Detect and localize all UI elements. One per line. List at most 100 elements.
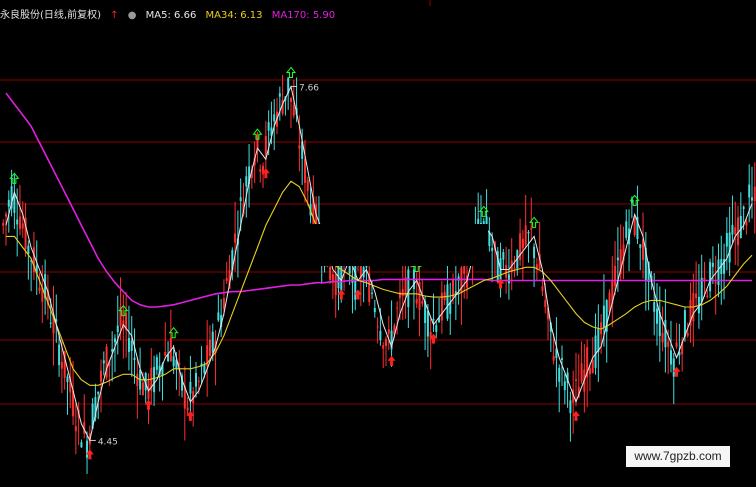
candle-body — [602, 305, 605, 328]
candle-body — [415, 298, 418, 304]
candle-body — [197, 380, 200, 382]
candle-body — [597, 328, 600, 352]
ma170-line — [5, 92, 752, 308]
candle-body — [401, 289, 404, 297]
candle-body — [491, 247, 494, 251]
candle-body — [116, 325, 119, 333]
candle-body — [524, 225, 527, 245]
indicator-header: 永良股份(日线,前复权) ↑ ● MA5: 6.66 MA34: 6.13 MA… — [0, 8, 341, 24]
candle-body — [675, 342, 678, 347]
candle-body — [164, 351, 167, 356]
candle-body — [633, 217, 636, 236]
truncated-top-header — [0, 0, 756, 6]
candle-body — [725, 233, 728, 247]
candle-body — [379, 330, 382, 340]
candle-body — [136, 373, 139, 387]
candle-body — [18, 216, 21, 230]
candle-body — [239, 197, 242, 202]
candle-body — [264, 135, 267, 156]
candle-body — [141, 382, 144, 396]
candle-body — [407, 269, 410, 307]
candle-body — [155, 357, 158, 370]
candle-body — [739, 215, 742, 239]
candle-body — [446, 284, 449, 319]
candle-body — [334, 274, 337, 296]
candle-body — [217, 312, 220, 321]
candle-body — [507, 274, 510, 284]
candle-body — [580, 363, 583, 382]
candle-body — [569, 400, 572, 414]
candle-body — [396, 307, 399, 309]
candle-body — [97, 391, 100, 395]
candle-body — [664, 319, 667, 348]
candle-body — [728, 232, 731, 263]
candle-body — [27, 245, 30, 255]
candle-body — [639, 244, 642, 248]
candle-body — [194, 372, 197, 387]
candle-body — [426, 310, 429, 337]
candle-body — [208, 340, 211, 356]
candle-body — [561, 358, 564, 360]
candle-body — [113, 338, 116, 343]
candle-body — [574, 379, 577, 381]
candle-body — [225, 278, 228, 281]
candle-body — [672, 358, 675, 377]
candle-body — [435, 325, 438, 332]
candle-body — [267, 122, 270, 131]
sell-signal-arrow-icon — [285, 66, 297, 78]
candle-body — [614, 265, 617, 287]
candle-body — [387, 329, 390, 334]
gray-dot-icon: ● — [127, 10, 137, 21]
candle-body — [289, 97, 292, 102]
candle-body — [751, 197, 753, 201]
high-label: 7.66 — [299, 83, 319, 93]
candle-body — [38, 287, 41, 291]
candle-body — [376, 326, 379, 328]
candle-body — [530, 227, 533, 230]
candle-body — [667, 341, 670, 347]
candle-body — [521, 238, 524, 249]
low-label: 4.45 — [98, 437, 118, 447]
candle-body — [734, 227, 737, 235]
candle-body — [21, 223, 24, 229]
candle-body — [49, 322, 52, 324]
candle-body — [203, 364, 206, 374]
candle-body — [513, 268, 516, 270]
candle-body — [742, 206, 745, 209]
candle-body — [700, 277, 703, 302]
candle-body — [753, 186, 756, 202]
candle-body — [432, 318, 435, 321]
candle-body — [186, 407, 189, 411]
candle-body — [686, 332, 689, 336]
candle-body — [259, 169, 262, 172]
candle-body — [714, 281, 717, 284]
candle-body — [60, 361, 63, 369]
candle-body — [745, 221, 748, 226]
candle-body — [591, 360, 594, 373]
candle-body — [588, 368, 591, 375]
candle-body — [373, 307, 376, 313]
candle-body — [544, 300, 547, 308]
candle-body — [234, 233, 237, 243]
candle-body — [371, 292, 374, 294]
redacted-block — [276, 224, 488, 266]
buy-signal-arrow-icon — [387, 355, 396, 366]
candle-body — [656, 308, 659, 324]
candle-body — [558, 367, 561, 382]
candle-body — [99, 370, 102, 382]
candle-body — [292, 105, 295, 116]
candle-body — [695, 293, 698, 299]
candle-body — [58, 344, 61, 366]
ma34-label: MA34: 6.13 — [205, 10, 263, 21]
candle-body — [594, 335, 597, 368]
candle-body — [245, 176, 248, 187]
ma34-line — [6, 180, 753, 386]
candle-body — [2, 223, 5, 226]
candle-body — [502, 252, 505, 260]
candle-body — [653, 302, 656, 312]
candle-body — [706, 295, 709, 297]
candle-body — [731, 224, 734, 235]
candle-body — [130, 340, 133, 351]
candle-body — [625, 221, 628, 238]
candle-body — [16, 219, 19, 225]
